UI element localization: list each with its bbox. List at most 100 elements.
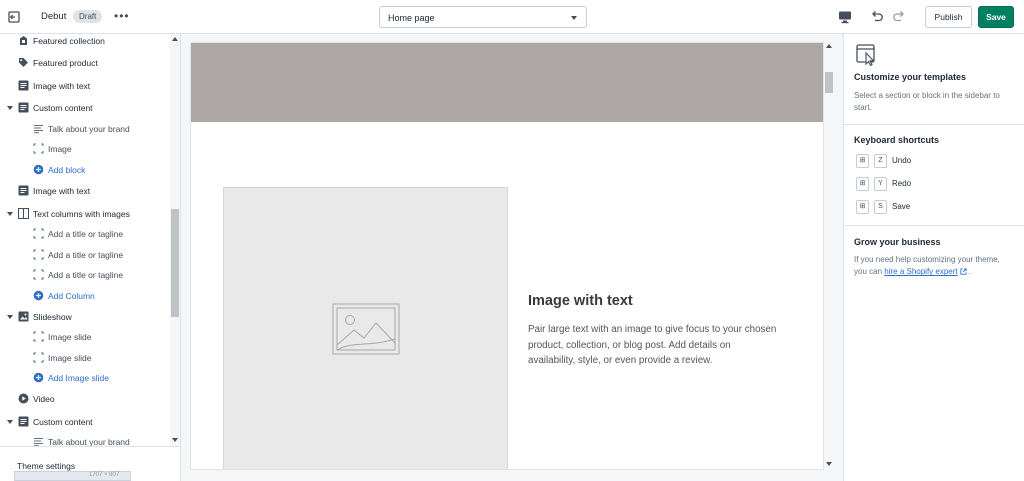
sidebar-item-label: Featured product	[33, 58, 98, 68]
shortcut-key: Z	[874, 154, 887, 168]
image-frame-icon	[33, 143, 44, 154]
sidebar-item-label: Custom content	[33, 103, 93, 113]
preview-scroll-thumb[interactable]	[825, 72, 833, 93]
shortcut-key: Y	[874, 177, 887, 191]
chevron-down-icon[interactable]	[7, 315, 13, 319]
grow-title: Grow your business	[854, 237, 941, 247]
external-link-icon[interactable]	[960, 268, 967, 275]
customize-description: Select a section or block in the sidebar…	[854, 91, 1000, 113]
sidebar-item-label: Image with text	[33, 186, 91, 196]
exit-icon[interactable]	[6, 9, 22, 25]
sidebar-item-label: Add Image slide	[48, 373, 109, 383]
columns-icon	[18, 208, 29, 219]
block-item[interactable]: Image	[0, 139, 170, 159]
redo-icon[interactable]	[892, 9, 906, 23]
image-placeholder-icon	[332, 303, 400, 355]
preview-scrollbar[interactable]	[824, 42, 834, 470]
image-frame-icon	[33, 352, 44, 363]
top-bar: Debut Draft ••• Home page Publish Save	[0, 0, 1024, 34]
sidebar-item-label: Image slide	[48, 353, 92, 363]
tag-icon	[18, 57, 29, 68]
image-with-text-body: Pair large text with an image to give fo…	[528, 324, 777, 367]
block-item[interactable]: Talk about your brand	[0, 119, 170, 139]
scroll-down-arrow-icon[interactable]	[826, 462, 832, 466]
sidebar-scrollbar[interactable]	[170, 34, 180, 446]
slideshow-banner[interactable]	[191, 43, 823, 122]
preview-area: Image with text Pair large text with an …	[181, 34, 843, 481]
text-lines-icon	[33, 123, 44, 134]
shortcut-key: S	[874, 200, 887, 214]
grow-description: If you need help customizing your theme,…	[854, 254, 1014, 279]
text-block-icon	[18, 185, 29, 196]
sidebar-item-label: Text columns with images	[33, 209, 130, 219]
image-with-text-heading: Image with text	[528, 293, 633, 309]
hire-expert-link[interactable]: hire a Shopify expert	[884, 267, 957, 276]
scroll-up-arrow-icon[interactable]	[172, 37, 178, 41]
shortcut-label: Redo	[892, 179, 912, 188]
add-item-button[interactable]: Add Image slide	[0, 368, 170, 388]
block-item[interactable]: Image slide	[0, 327, 170, 347]
image-frame-icon	[33, 269, 44, 280]
section-item[interactable]: Custom content	[0, 412, 170, 432]
block-item[interactable]: Add a title or tagline	[0, 265, 170, 285]
block-item[interactable]: Image slide	[0, 348, 170, 368]
section-item[interactable]: Slideshow	[0, 307, 170, 327]
block-item[interactable]: Add a title or tagline	[0, 224, 170, 244]
desktop-icon[interactable]	[838, 10, 852, 24]
shortcut-label: Undo	[892, 156, 912, 165]
page-select[interactable]: Home page	[379, 6, 587, 28]
section-item[interactable]: Featured product	[0, 53, 170, 73]
command-key-icon: ⊞	[856, 154, 869, 168]
sidebar-item-label: Add a title or tagline	[48, 229, 124, 239]
plus-circle-icon	[33, 290, 44, 301]
sidebar-item-label: Add a title or tagline	[48, 250, 124, 260]
image-placeholder[interactable]	[223, 187, 508, 469]
play-icon	[18, 393, 29, 404]
sidebar-item-label: Image	[48, 144, 72, 154]
plus-circle-icon	[33, 372, 44, 383]
image-frame-icon	[33, 228, 44, 239]
chevron-down-icon[interactable]	[7, 212, 13, 216]
chevron-down-icon	[571, 16, 577, 20]
dimension-readout-bar: 1707 × 807	[14, 471, 131, 481]
section-item[interactable]: Image with text	[0, 76, 170, 96]
image-frame-icon	[33, 331, 44, 342]
sidebar-item-label: Add block	[48, 165, 86, 175]
page-select-value: Home page	[388, 13, 435, 23]
add-item-button[interactable]: Add Column	[0, 286, 170, 306]
sidebar-item-label: Add Column	[48, 291, 95, 301]
chevron-down-icon[interactable]	[7, 420, 13, 424]
section-item[interactable]: Text columns with images	[0, 204, 170, 224]
cursor-select-icon	[856, 44, 878, 67]
plus-circle-icon	[33, 164, 44, 175]
section-item[interactable]: Image with text	[0, 181, 170, 201]
scroll-down-arrow-icon[interactable]	[172, 438, 178, 442]
sidebar-scroll-thumb[interactable]	[171, 209, 179, 317]
chevron-down-icon[interactable]	[7, 106, 13, 110]
text-block-icon	[18, 80, 29, 91]
publish-button[interactable]: Publish	[925, 6, 972, 28]
divider	[844, 225, 1024, 226]
slideshow-icon	[18, 311, 29, 322]
more-actions-button[interactable]: •••	[114, 9, 130, 23]
section-item[interactable]: Custom content	[0, 98, 170, 118]
shortcuts-title: Keyboard shortcuts	[854, 135, 940, 145]
undo-icon[interactable]	[870, 9, 884, 23]
grow-text-end: .	[968, 267, 972, 277]
command-key-icon: ⊞	[856, 200, 869, 214]
sidebar-item-label: Video	[33, 394, 55, 404]
command-key-icon: ⊞	[856, 177, 869, 191]
scroll-up-arrow-icon[interactable]	[826, 44, 832, 48]
store-preview[interactable]: Image with text Pair large text with an …	[190, 42, 824, 470]
block-item[interactable]: Add a title or tagline	[0, 245, 170, 265]
sidebar-item-label: Featured collection	[33, 36, 105, 46]
help-panel: Customize your templates Select a sectio…	[843, 34, 1024, 481]
add-item-button[interactable]: Add block	[0, 160, 170, 180]
section-item[interactable]: Featured collection	[0, 34, 170, 51]
image-frame-icon	[33, 249, 44, 260]
sidebar-item-label: Add a title or tagline	[48, 270, 124, 280]
save-button[interactable]: Save	[978, 6, 1014, 28]
shortcut-label: Save	[892, 202, 911, 211]
section-item[interactable]: Video	[0, 389, 170, 409]
status-badge: Draft	[73, 10, 103, 23]
